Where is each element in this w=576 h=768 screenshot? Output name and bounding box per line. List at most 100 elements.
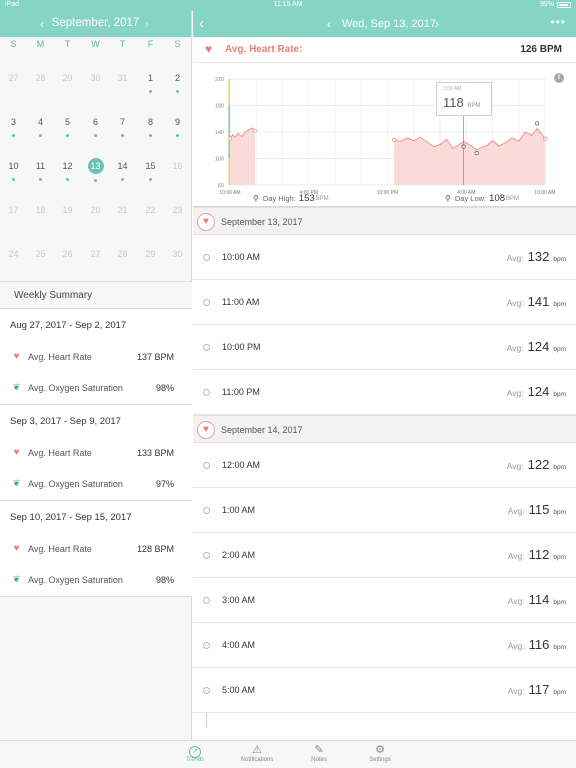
reading-row[interactable]: 5:00 AM Avg: 117 bpm bbox=[193, 668, 576, 713]
weekday-header: SMTWTFS bbox=[0, 39, 192, 53]
tab-trends[interactable]: ↗ Trends bbox=[165, 743, 225, 763]
tooltip-unit: BPM bbox=[467, 103, 481, 109]
reading-row[interactable]: 11:00 AM Avg: 141 bpm bbox=[193, 280, 576, 325]
calendar-day[interactable]: 10 bbox=[0, 159, 27, 181]
prev-day-icon[interactable]: ‹ bbox=[327, 17, 331, 31]
status-bar: iPad 11:15 AM 99% bbox=[0, 0, 576, 11]
calendar-day[interactable]: 7 bbox=[109, 115, 136, 137]
chart-tooltip: 3:50 AM 118 BPM bbox=[436, 82, 492, 116]
chevron-right-icon[interactable]: › bbox=[145, 17, 149, 31]
calendar-day[interactable]: 5 bbox=[54, 115, 81, 137]
calendar-day-number: 3 bbox=[10, 117, 16, 127]
date-group-label: September 13, 2017 bbox=[221, 217, 303, 227]
calendar-day[interactable]: 2 bbox=[164, 71, 191, 93]
data-indicator-dot bbox=[66, 178, 69, 181]
weekly-summary-item[interactable]: Sep 10, 2017 - Sep 15, 2017 ♥ Avg. Heart… bbox=[0, 501, 192, 597]
tab-settings[interactable]: ⚙ Settings bbox=[350, 743, 410, 763]
reading-time: 12:00 AM bbox=[222, 460, 261, 470]
avg-oxygen-value: 98% bbox=[155, 382, 174, 393]
calendar-day-number: 29 bbox=[145, 249, 156, 259]
week-range: Sep 3, 2017 - Sep 9, 2017 bbox=[10, 416, 121, 427]
avg-heart-rate-value: 137 BPM bbox=[136, 351, 174, 362]
calendar-day[interactable]: 11 bbox=[27, 159, 54, 181]
calendar-day[interactable]: 6 bbox=[82, 115, 109, 137]
day-low-unit: BPM bbox=[505, 195, 519, 202]
reading-row[interactable]: 10:00 AM Avg: 132 bpm bbox=[193, 235, 576, 280]
calendar-day: 26 bbox=[54, 247, 81, 261]
more-icon[interactable]: ••• bbox=[550, 15, 566, 29]
calendar-day: 20 bbox=[82, 203, 109, 217]
reading-row[interactable]: 2:00 AM Avg: 112 bpm bbox=[193, 533, 576, 578]
avg-oxygen-label: Avg. Oxygen Saturation bbox=[28, 478, 123, 489]
weekly-summary-list: Aug 27, 2017 - Sep 2, 2017 ♥ Avg. Heart … bbox=[0, 309, 192, 597]
avg-heart-rate-value: 128 BPM bbox=[136, 543, 174, 554]
calendar-day[interactable]: 15 bbox=[137, 159, 164, 181]
y-tick-label: 60 bbox=[218, 183, 224, 189]
tab-notes[interactable]: ✎ Notes bbox=[289, 743, 349, 763]
data-indicator-dot bbox=[12, 178, 15, 181]
reading-average: Avg: 132 bpm bbox=[507, 249, 566, 264]
reading-average: Avg: 122 bpm bbox=[507, 457, 566, 472]
calendar-day[interactable]: 14 bbox=[109, 159, 136, 181]
reading-row[interactable]: 12:00 AM Avg: 122 bpm bbox=[193, 443, 576, 488]
calendar-day-number: 8 bbox=[147, 117, 153, 127]
data-indicator-dot bbox=[66, 134, 69, 137]
calendar-day-number: 30 bbox=[172, 249, 183, 259]
calendar-day: 19 bbox=[54, 203, 81, 217]
heart-rate-chart[interactable]: 60 100 140 180 220 10:00 AM 4:00 PM 10:00 PM 4:0… bbox=[193, 63, 576, 207]
weekday-label: M bbox=[36, 39, 45, 49]
series-area bbox=[230, 128, 255, 185]
calendar-day-number: 10 bbox=[8, 161, 19, 171]
calendar-day: 31 bbox=[109, 71, 136, 85]
avg-value: 122 bbox=[527, 457, 550, 472]
calendar-day[interactable]: 12 bbox=[54, 159, 81, 181]
calendar-day: 30 bbox=[82, 71, 109, 85]
timeline-node bbox=[203, 552, 210, 559]
x-tick-label: 10:00 PM bbox=[377, 190, 398, 196]
calendar-day-number: 29 bbox=[62, 73, 73, 83]
avg-heart-rate-row: ♥ Avg. Heart Rate 133 BPM bbox=[10, 447, 174, 458]
avg-label: Avg: bbox=[506, 388, 524, 398]
tab-label: Notes bbox=[311, 757, 327, 763]
calendar-day[interactable]: 4 bbox=[27, 115, 54, 137]
reading-row[interactable]: 1:00 AM Avg: 115 bpm bbox=[193, 488, 576, 533]
calendar-day-number: 15 bbox=[145, 161, 156, 171]
back-icon[interactable]: ‹ bbox=[199, 15, 204, 32]
day-high-unit: BPM bbox=[315, 195, 329, 202]
reading-average: Avg: 115 bpm bbox=[508, 502, 566, 517]
info-icon[interactable]: i bbox=[554, 73, 564, 83]
reading-time: 3:00 AM bbox=[222, 595, 256, 605]
tab-label: Settings bbox=[369, 757, 391, 763]
reading-row[interactable]: 4:00 AM Avg: 116 bpm bbox=[193, 623, 576, 668]
calendar-day-number: 2 bbox=[174, 73, 180, 83]
timeline-node bbox=[203, 597, 210, 604]
reading-row[interactable]: 10:00 PM Avg: 124 bpm bbox=[193, 325, 576, 370]
calendar-day[interactable]: 3 bbox=[0, 115, 27, 137]
calendar-day-number: 24 bbox=[8, 249, 19, 259]
avg-value: 132 bbox=[527, 249, 550, 264]
calendar-day[interactable]: 8 bbox=[137, 115, 164, 137]
calendar-day-selected[interactable]: 13 bbox=[82, 158, 109, 182]
avg-oxygen-value: 98% bbox=[155, 574, 174, 585]
reading-row[interactable]: 11:00 PM Avg: 124 bpm bbox=[193, 370, 576, 415]
day-high-value: 153 bbox=[298, 193, 315, 204]
calendar-day[interactable]: 9 bbox=[164, 115, 191, 137]
data-indicator-dot bbox=[94, 134, 97, 137]
day-high-label: Day High: bbox=[262, 194, 296, 203]
calendar-day: 21 bbox=[109, 203, 136, 217]
reading-time: 11:00 PM bbox=[222, 387, 260, 397]
timeline-node bbox=[203, 344, 210, 351]
timeline-node bbox=[203, 687, 210, 694]
next-day-icon[interactable]: › bbox=[435, 17, 439, 31]
avg-heart-rate-label: Avg. Heart Rate bbox=[28, 351, 92, 362]
tab-notifications[interactable]: ⚠ Notifications bbox=[227, 743, 287, 763]
calendar-day[interactable]: 1 bbox=[137, 71, 164, 93]
calendar-day: 16 bbox=[164, 159, 191, 173]
left-pane: ‹ September, 2017 › SMTWTFS 27 28 29 30 31 1 2… bbox=[0, 11, 192, 740]
calendar-day: 18 bbox=[27, 203, 54, 217]
heart-rate-label: Avg. Heart Rate: bbox=[225, 44, 303, 55]
weekly-summary-item[interactable]: Sep 3, 2017 - Sep 9, 2017 ♥ Avg. Heart R… bbox=[0, 405, 192, 501]
weekly-summary-item[interactable]: Aug 27, 2017 - Sep 2, 2017 ♥ Avg. Heart … bbox=[0, 309, 192, 405]
avg-heart-rate-value: 133 BPM bbox=[136, 447, 174, 458]
reading-row[interactable]: 3:00 AM Avg: 114 bpm bbox=[193, 578, 576, 623]
